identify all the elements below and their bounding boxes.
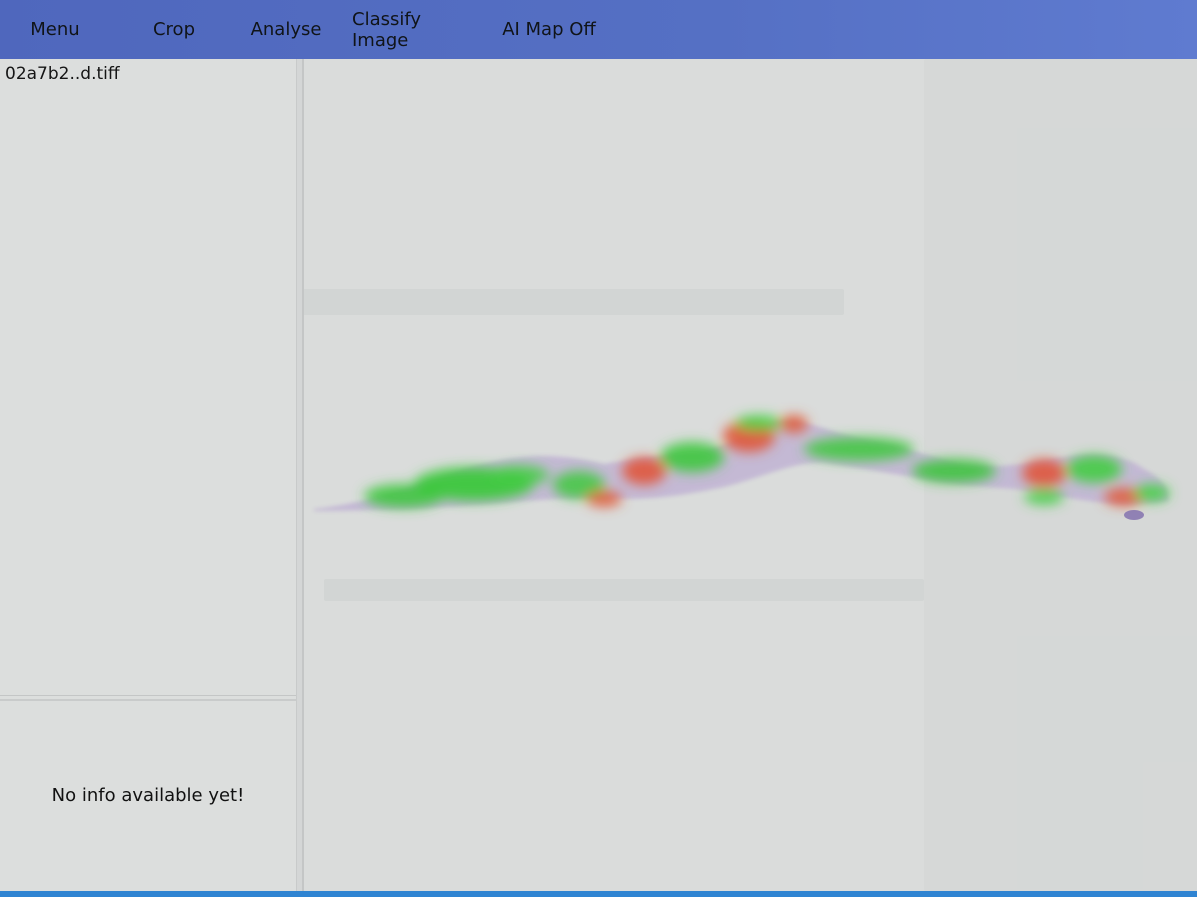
ai-map-toggle-button[interactable]: AI Map Off	[498, 0, 600, 59]
info-message: No info available yet!	[51, 785, 245, 806]
classify-image-button[interactable]: Classify Image	[352, 0, 482, 59]
tissue-fragment	[1124, 510, 1144, 520]
panel-divider[interactable]	[0, 695, 296, 701]
file-name-label[interactable]: 02a7b2..d.tiff	[5, 64, 120, 84]
file-panel: 02a7b2..d.tiff No info available yet!	[0, 59, 296, 891]
image-viewer[interactable]	[304, 59, 1197, 891]
menu-bar: Menu Crop Analyse Classify Image AI Map …	[0, 0, 1197, 59]
status-bar	[0, 891, 1197, 897]
analyse-button[interactable]: Analyse	[243, 0, 329, 59]
menu-button[interactable]: Menu	[14, 0, 96, 59]
tissue-heatmap	[314, 415, 1170, 520]
panel-splitter[interactable]	[296, 59, 304, 891]
crop-button[interactable]: Crop	[135, 0, 213, 59]
